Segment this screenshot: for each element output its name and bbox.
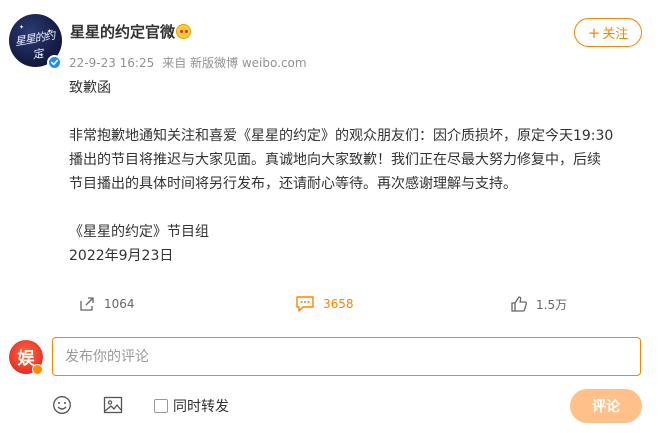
repost-toggle[interactable]: 同时转发 — [154, 396, 229, 416]
post-time[interactable]: 22-9-23 16:25 — [69, 56, 154, 70]
author-name[interactable]: 星星的约定官微 — [70, 21, 175, 42]
post-date: 2022年9月23日 — [69, 248, 174, 264]
emoji-button[interactable] — [52, 395, 72, 415]
post-meta: 22-9-23 16:25 来自 新版微博 weibo.com — [69, 54, 307, 71]
image-button[interactable] — [103, 395, 123, 415]
repost-toggle-label: 同时转发 — [173, 399, 229, 415]
like-button[interactable]: 1.5万 — [510, 292, 567, 316]
image-icon — [103, 396, 123, 414]
my-verified-badge — [32, 364, 43, 375]
repost-button[interactable]: 1064 — [78, 292, 135, 316]
post-line: 节目播出的具体时间将另行发布，还请耐心等待。再次感谢理解与支持。 — [69, 176, 517, 192]
comment-icon — [296, 296, 314, 312]
plus-icon: + — [587, 23, 601, 42]
comment-button[interactable]: 3658 — [295, 292, 354, 316]
repost-checkbox[interactable] — [154, 399, 168, 413]
verified-badge — [47, 55, 62, 70]
repost-icon — [80, 297, 94, 311]
post-body: 致歉函 非常抱歉地通知关注和喜爱《星星的约定》的观众朋友们：因介质损坏，原定今天… — [69, 76, 649, 268]
badge-icon[interactable] — [176, 24, 191, 39]
post-title: 致歉函 — [69, 80, 111, 96]
post-line: 播出的节目将推迟与大家见面。真诚地向大家致歉！我们正在尽最大努力修复中，后续 — [69, 152, 601, 168]
submit-comment-button[interactable]: 评论 — [570, 389, 642, 423]
follow-label: 关注 — [602, 27, 629, 42]
like-count: 1.5万 — [536, 297, 568, 312]
star-icon: ✦ — [19, 24, 25, 31]
comment-input[interactable] — [52, 337, 641, 376]
like-icon — [511, 296, 527, 312]
comment-count: 3658 — [323, 297, 354, 311]
emoji-icon — [53, 396, 71, 414]
post-line: 非常抱歉地通知关注和喜爱《星星的约定》的观众朋友们：因介质损坏，原定今天19:3… — [69, 128, 614, 144]
post-source: 来自 新版微博 weibo.com — [162, 56, 307, 70]
post-signature: 《星星的约定》节目组 — [69, 224, 209, 240]
repost-count: 1064 — [104, 297, 135, 311]
follow-button[interactable]: + 关注 — [574, 18, 642, 47]
action-bar: 1064 3658 1.5万 — [0, 292, 660, 316]
check-icon — [50, 59, 59, 66]
